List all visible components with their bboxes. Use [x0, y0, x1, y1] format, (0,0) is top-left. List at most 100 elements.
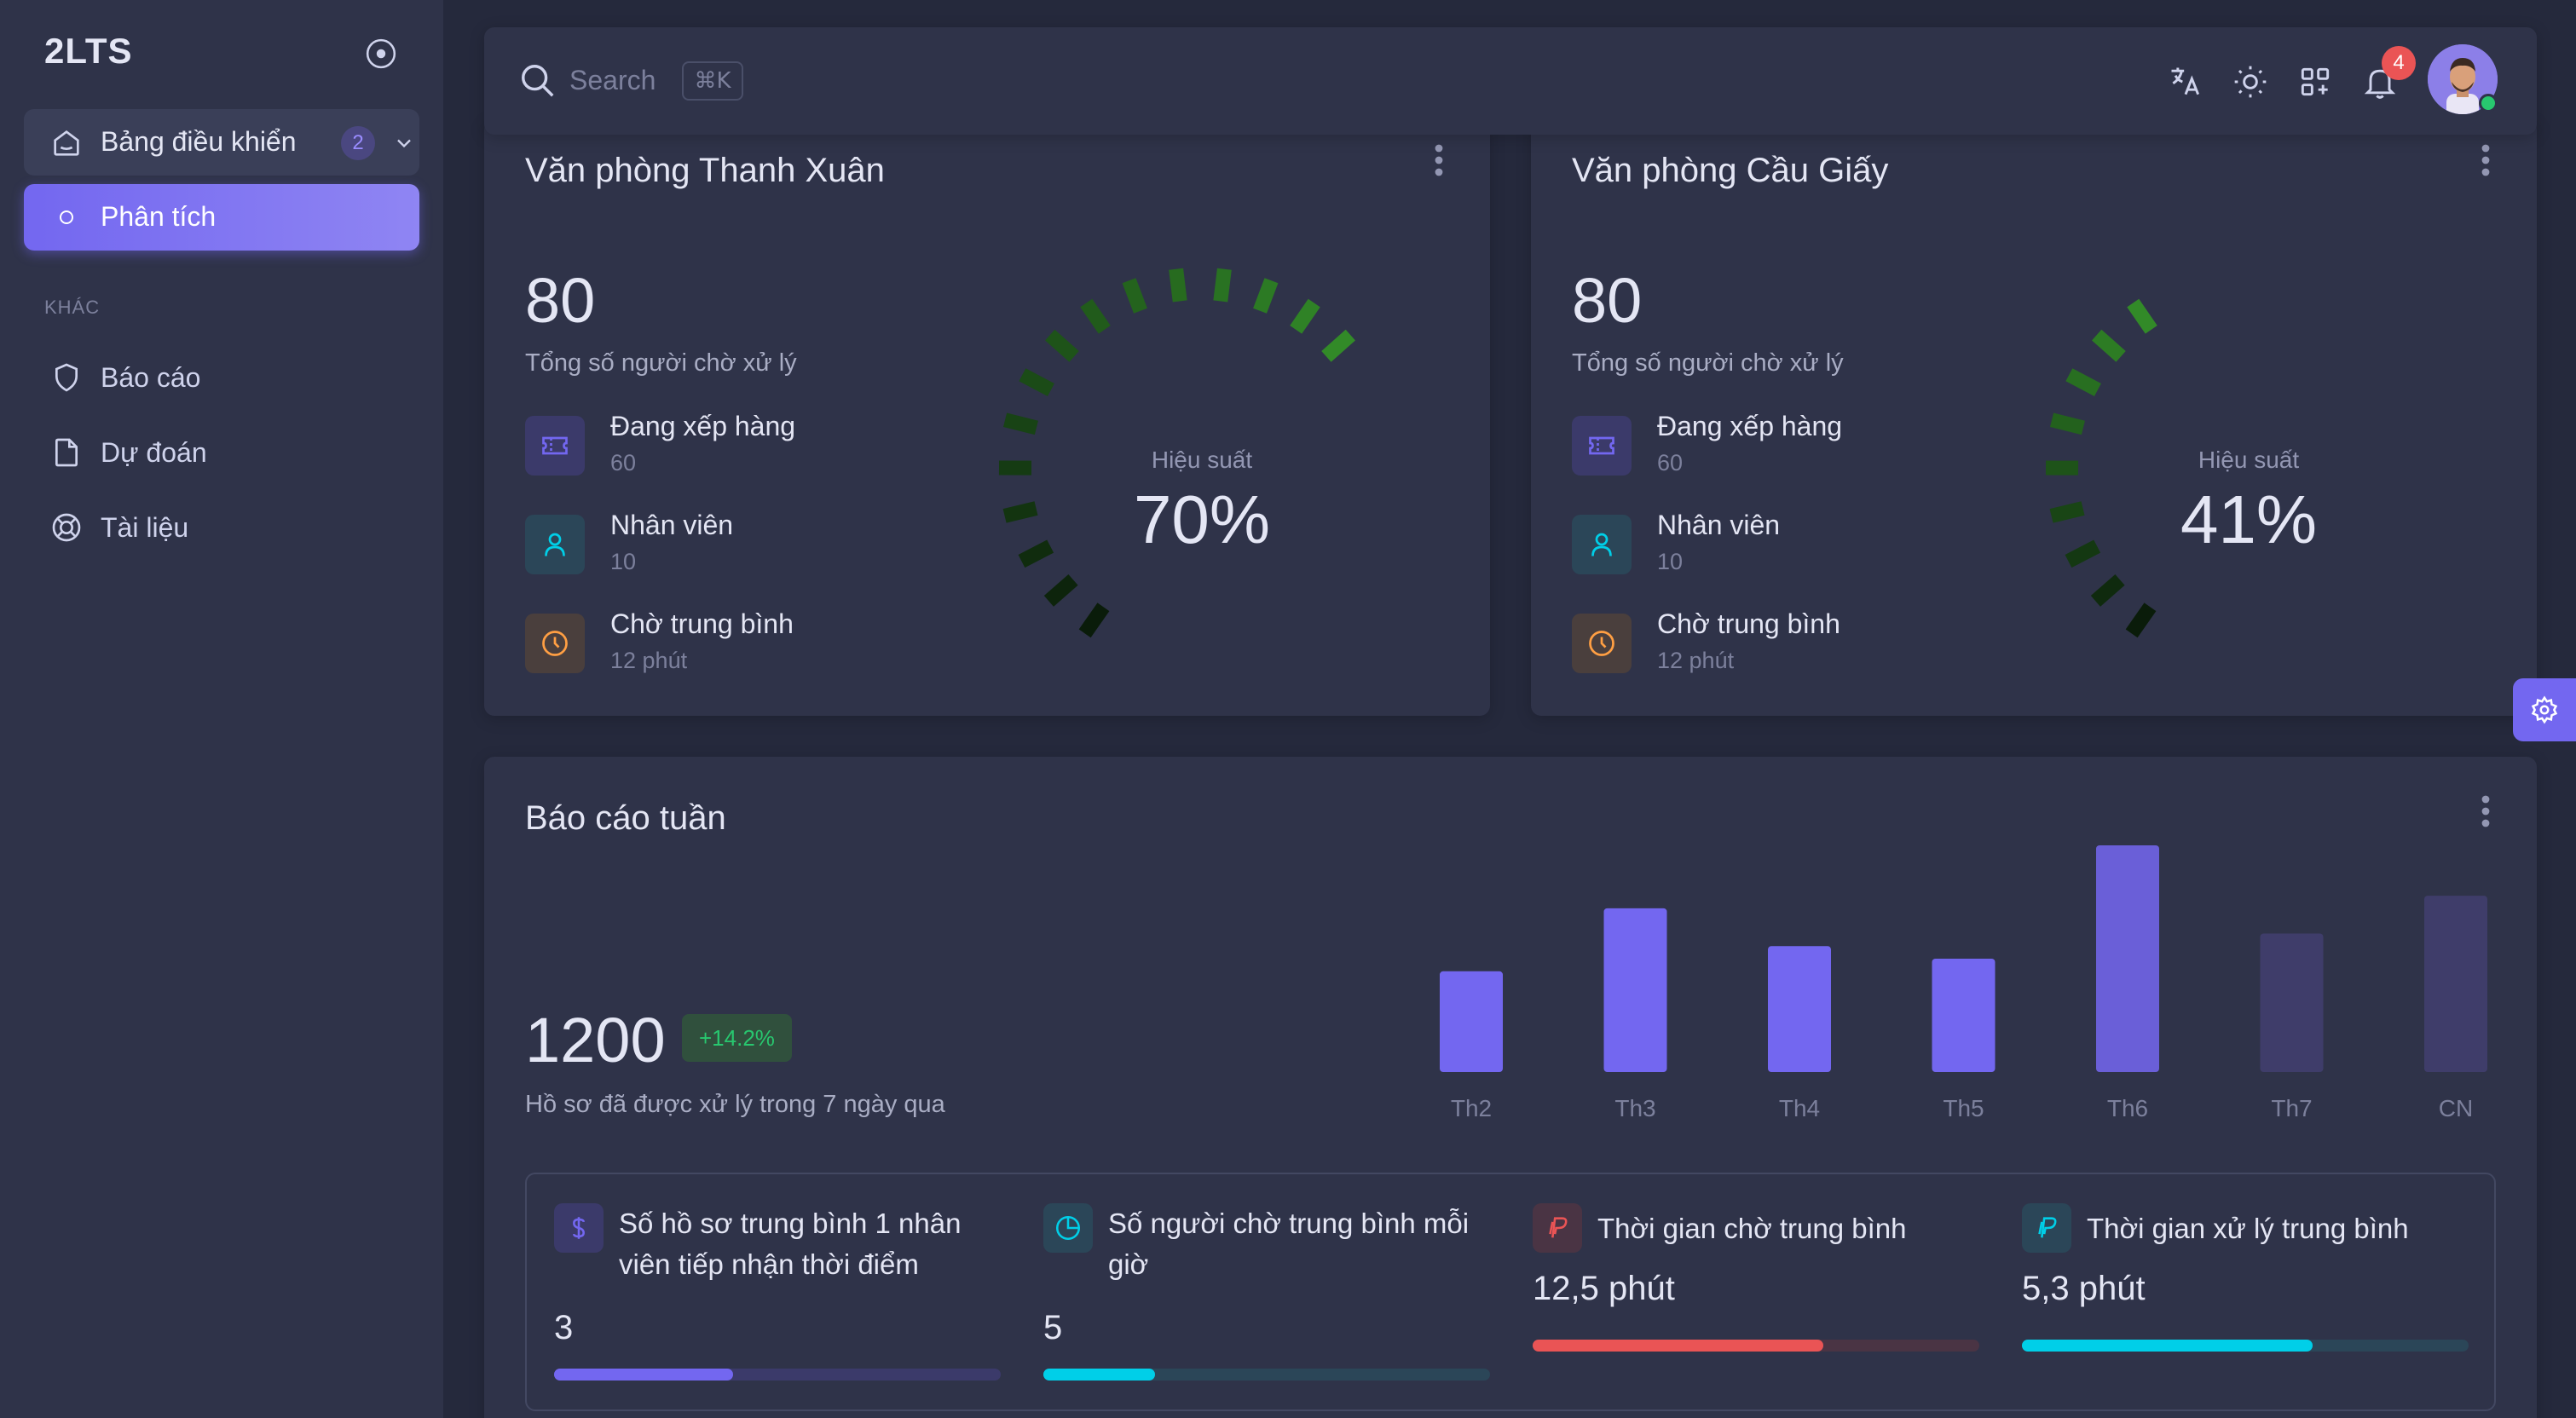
metric-progress-fill: [2022, 1340, 2313, 1352]
settings-button[interactable]: [2513, 678, 2576, 741]
metric-value: 5: [1043, 1309, 1063, 1346]
gauge-segment: [1290, 298, 1320, 334]
gauge-segment: [1321, 329, 1355, 362]
metric-icon-tile: [1043, 1203, 1093, 1253]
sidebar-item-label: Báo cáo: [101, 362, 201, 393]
gauge-segment: [2065, 539, 2101, 568]
sidebar-group-label: Bảng điều khiển: [101, 126, 297, 157]
weekly-subtitle: Hồ sơ đã được xử lý trong 7 ngày qua: [525, 1091, 945, 1118]
metric-value: 3: [554, 1309, 574, 1346]
chart-x-tick-label: Th7: [2271, 1095, 2312, 1121]
sidebar-item-analytics[interactable]: Phân tích: [24, 184, 419, 251]
metrics-panel: Số hồ sơ trung bình 1 nhân viên tiếp nhậ…: [525, 1173, 2496, 1411]
metric-value: 5,3 phút: [2022, 1270, 2146, 1307]
office-card-thanh-xuan: Văn phòng Thanh Xuân 80 Tổng số người ch…: [484, 119, 1490, 716]
chart-bar[interactable]: [2096, 845, 2159, 1072]
search-icon[interactable]: [518, 61, 557, 101]
chevron-down-icon: [397, 139, 411, 148]
staff-value: 10: [610, 549, 637, 574]
gauge-segment: [1043, 574, 1078, 607]
circle-icon: [60, 210, 73, 224]
brand-logo[interactable]: 2LTS: [44, 31, 133, 72]
wait-tile: [525, 614, 585, 673]
metric-progress-track: [2022, 1340, 2469, 1352]
queue-tile: [1572, 416, 1632, 476]
chart-x-tick-label: Th2: [1451, 1095, 1492, 1121]
weekly-change-badge: +14.2%: [682, 1014, 792, 1062]
search-input[interactable]: Search: [569, 65, 656, 96]
chart-bar[interactable]: [1603, 908, 1667, 1072]
performance-value: 70%: [1133, 481, 1271, 557]
sidebar: 2LTS Bảng điều khiển 2 Phân tích KHÁC Bá…: [0, 0, 443, 1418]
queue-tile: [525, 416, 585, 476]
staff-tile: [1572, 515, 1632, 574]
chart-bar[interactable]: [2424, 896, 2487, 1072]
metric-label: Thời gian xử lý trung bình: [2087, 1213, 2409, 1244]
lifebuoy-icon: [52, 513, 81, 542]
more-vertical-icon[interactable]: [2481, 143, 2491, 177]
metric-avg-records-per-staff: Số hồ sơ trung bình 1 nhân viên tiếp nhậ…: [554, 1203, 1014, 1391]
sun-icon[interactable]: [2232, 63, 2269, 101]
chart-bar[interactable]: [2260, 933, 2324, 1072]
collapse-sidebar-icon[interactable]: [365, 37, 397, 70]
weekly-bar-chart: Th2 Th3 Th4 Th5 Th6 Th7 CN: [1440, 845, 2487, 1121]
dollar-icon: [573, 1217, 585, 1239]
avg-wait-value: 12 phút: [1657, 648, 1735, 673]
chart-x-tick-label: Th5: [1943, 1095, 1984, 1121]
chart-x-tick-label: Th4: [1779, 1095, 1820, 1121]
chart-bar[interactable]: [1768, 946, 1831, 1072]
weekly-report-card: Báo cáo tuần 1200 +14.2% Hồ sơ đã được x…: [484, 757, 2537, 1418]
metric-label: Thời gian chờ trung bình: [1597, 1213, 1907, 1244]
more-vertical-icon[interactable]: [2481, 794, 2491, 828]
paypal-icon: [2038, 1217, 2057, 1238]
metric-icon-tile: [2022, 1203, 2071, 1253]
clock-icon: [542, 631, 568, 656]
total-waiting-value: 80: [1572, 265, 1643, 336]
gauge-segment: [2049, 501, 2085, 523]
sidebar-item-forecast[interactable]: Dự đoán: [24, 423, 419, 482]
avg-wait-label: Chờ trung bình: [1657, 608, 1840, 639]
notification-badge: 4: [2382, 46, 2416, 80]
gauge-segment: [1078, 602, 1110, 638]
sidebar-item-reports[interactable]: Báo cáo: [24, 348, 419, 407]
translate-icon[interactable]: [2167, 63, 2204, 101]
metric-icon-tile: [554, 1203, 604, 1253]
sidebar-item-docs[interactable]: Tài liệu: [24, 498, 419, 557]
chart-x-tick-label: Th3: [1614, 1095, 1655, 1121]
metric-label: Số người chờ trung bình mỗi giờ: [1108, 1208, 1470, 1280]
metric-avg-waiting-per-hour: Số người chờ trung bình mỗi giờ 5: [1043, 1203, 1504, 1391]
ticket-icon: [1589, 436, 1614, 455]
gauge-segment: [1122, 278, 1147, 314]
gauge-segment: [1080, 298, 1111, 334]
queue-value: 60: [610, 450, 637, 476]
gauge-segment: [2127, 298, 2157, 334]
avg-wait-label: Chờ trung bình: [610, 608, 794, 639]
performance-label: Hiệu suất: [2198, 447, 2300, 473]
more-vertical-icon[interactable]: [1434, 143, 1444, 177]
chart-bar[interactable]: [1932, 959, 1996, 1072]
chart-x-tick-label: CN: [2439, 1095, 2473, 1121]
topbar: Search ⌘K 4: [484, 27, 2537, 135]
metric-progress-track: [1533, 1340, 1979, 1352]
gauge-segment: [2090, 574, 2125, 607]
staff-label: Nhân viên: [610, 510, 734, 540]
gauge-segment: [1002, 412, 1038, 435]
chart-x-tick-label: Th6: [2107, 1095, 2148, 1121]
card-title: Văn phòng Cầu Giấy: [1572, 152, 1889, 189]
metric-avg-wait-time: Thời gian chờ trung bình 12,5 phút: [1533, 1203, 1993, 1391]
gauge-segment: [1213, 268, 1232, 303]
apps-grid-icon[interactable]: [2296, 63, 2334, 101]
gauge-segment: [2049, 412, 2085, 435]
performance-label: Hiệu suất: [1151, 447, 1253, 473]
clock-icon: [1589, 631, 1614, 656]
chart-bar[interactable]: [1440, 971, 1503, 1072]
metric-progress-fill: [554, 1369, 733, 1381]
gauge-segment: [2092, 329, 2126, 362]
sidebar-item-label: Dự đoán: [101, 437, 207, 468]
online-status-dot: [2479, 94, 2498, 112]
metric-label: Số hồ sơ trung bình 1 nhân viên tiếp nhậ…: [619, 1208, 962, 1280]
gauge-segment: [2065, 368, 2101, 396]
metric-avg-processing-time: Thời gian xử lý trung bình 5,3 phút: [2022, 1203, 2482, 1391]
sidebar-group-dashboard[interactable]: Bảng điều khiển 2: [24, 109, 419, 176]
performance-value: 41%: [2180, 481, 2318, 557]
